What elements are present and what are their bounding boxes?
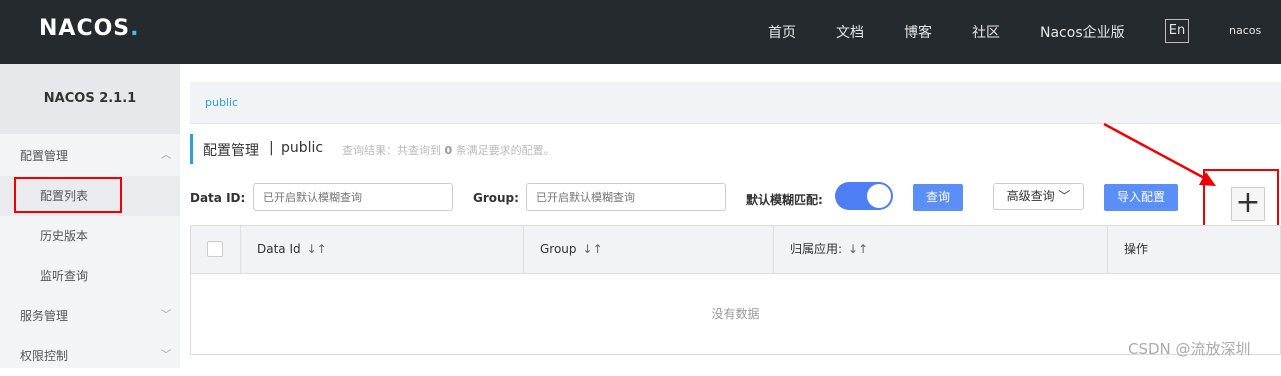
sidebar-item-label: 服务管理: [20, 309, 69, 323]
sidebar-group-config[interactable]: 配置管理 ︿: [0, 136, 180, 176]
nav-docs[interactable]: 文档: [836, 22, 864, 42]
query-result-text: 查询结果：共查询到 0 条满足要求的配置。: [342, 144, 555, 157]
sidebar-group-service[interactable]: 服务管理 ﹀: [0, 296, 180, 336]
user-menu[interactable]: nacos: [1229, 24, 1261, 37]
select-all-cell: [191, 226, 241, 273]
nav-home[interactable]: 首页: [768, 22, 796, 42]
chevron-down-icon: ﹀: [161, 350, 171, 361]
sort-icon[interactable]: ↓↑: [583, 242, 603, 256]
group-input[interactable]: [526, 183, 726, 211]
page-namespace: public: [281, 140, 324, 156]
sidebar-item-listener[interactable]: 监听查询: [0, 256, 180, 296]
import-config-button[interactable]: 导入配置: [1104, 184, 1178, 211]
dataid-label: Data ID:: [190, 191, 246, 205]
nav-enterprise[interactable]: Nacos企业版: [1040, 22, 1125, 42]
column-header-actions: 操作: [1124, 242, 1149, 256]
fuzzy-match-label: 默认模糊匹配:: [746, 193, 823, 207]
page-title-text: 配置管理: [203, 143, 259, 159]
sidebar-item-history[interactable]: 历史版本: [0, 216, 180, 256]
highlight-annotation: [14, 177, 122, 213]
toggle-knob: [867, 184, 891, 208]
empty-state: 没有数据: [711, 307, 760, 321]
version-label: NACOS 2.1.1: [0, 64, 180, 134]
sidebar-item-label: 历史版本: [40, 229, 89, 243]
sidebar-group-auth[interactable]: 权限控制 ﹀: [0, 336, 180, 376]
nacos-logo[interactable]: NACOS.: [39, 16, 140, 41]
chevron-down-icon: ﹀: [161, 310, 171, 321]
sidebar: NACOS 2.1.1 配置管理 ︿ 配置列表 历史版本 监听查询 服务管理 ﹀…: [0, 64, 180, 368]
column-header-dataid[interactable]: Data Id ↓↑: [241, 226, 524, 273]
main-content: public 配置管理 | public 查询结果：共查询到 0 条满足要求的配…: [180, 64, 1281, 368]
title-separator: |: [269, 140, 274, 156]
column-header-group[interactable]: Group ↓↑: [524, 226, 774, 273]
sidebar-item-label: 监听查询: [40, 269, 89, 283]
advanced-query-button[interactable]: 高级查询 ﹀: [993, 183, 1084, 210]
nav-community[interactable]: 社区: [972, 22, 1000, 42]
sort-icon[interactable]: ↓↑: [848, 242, 868, 256]
sidebar-item-label: 配置管理: [20, 149, 69, 163]
sort-icon[interactable]: ↓↑: [307, 242, 327, 256]
namespace-tab-public[interactable]: public: [205, 96, 238, 109]
nav-blog[interactable]: 博客: [904, 22, 932, 42]
chevron-up-icon: ︿: [161, 150, 171, 161]
config-table: Data Id ↓↑ Group ↓↑ 归属应用: ↓↑ 操作 没有数据: [190, 225, 1281, 355]
sidebar-item-label: 权限控制: [20, 349, 69, 363]
top-navbar: NACOS. 首页 文档 博客 社区 Nacos企业版 En nacos: [0, 0, 1281, 64]
fuzzy-match-toggle[interactable]: [835, 182, 893, 210]
language-switch-button[interactable]: En: [1165, 19, 1189, 43]
chevron-down-icon: ﹀: [1058, 189, 1071, 203]
watermark: CSDN @流放深圳: [1128, 340, 1251, 358]
column-header-app[interactable]: 归属应用: ↓↑: [774, 226, 1108, 273]
group-label: Group:: [473, 191, 519, 205]
query-button[interactable]: 查询: [913, 184, 963, 211]
page-title: 配置管理 | public: [190, 134, 323, 164]
table-header: Data Id ↓↑ Group ↓↑ 归属应用: ↓↑ 操作: [191, 226, 1280, 274]
highlight-annotation: [1203, 169, 1279, 233]
namespace-bar: public: [190, 82, 1281, 124]
select-all-checkbox[interactable]: [207, 241, 223, 257]
dataid-input[interactable]: [253, 183, 453, 211]
